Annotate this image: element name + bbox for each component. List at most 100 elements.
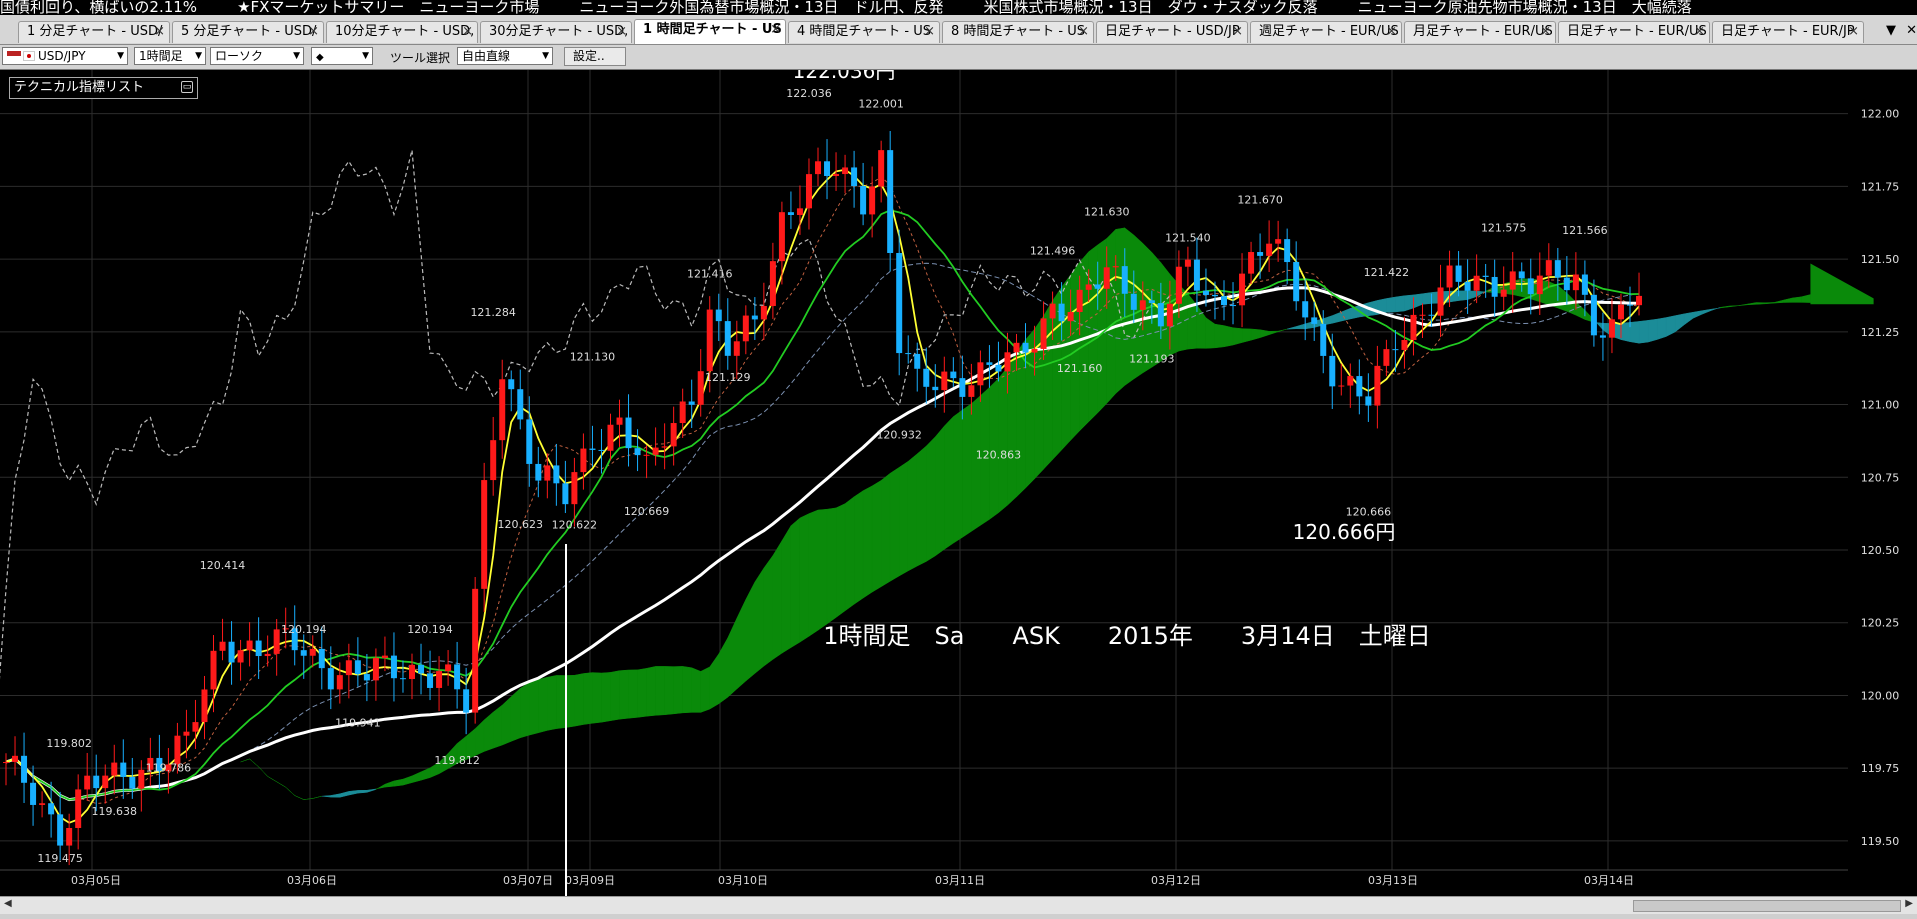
close-tab-icon[interactable]: × (1694, 22, 1705, 42)
cloud-segment (1801, 294, 1811, 303)
close-tab-icon[interactable]: × (154, 22, 165, 42)
candle-body (598, 449, 605, 451)
high-price-annotation: 122.036円 (793, 70, 896, 83)
cloud-segment (294, 795, 304, 800)
cloud-segment (529, 679, 539, 736)
close-tab-icon[interactable]: × (924, 22, 935, 42)
close-tab-icon[interactable]: × (1540, 22, 1551, 42)
close-tab-icon[interactable]: × (1386, 22, 1397, 42)
cloud-segment (1404, 294, 1414, 312)
ticker-item[interactable]: 国債利回り、横ばいの2.11% (0, 0, 197, 14)
chart-tab[interactable]: 月足チャート - EUR/US × (1404, 21, 1556, 43)
scroll-left-icon[interactable]: ◀ (4, 898, 12, 909)
chart-tab[interactable]: 日足チャート - USD/JP × (1096, 21, 1248, 43)
cloud-segment (853, 490, 864, 605)
chart-tab[interactable]: 週足チャート - EUR/US × (1250, 21, 1402, 43)
cloud-segment (1422, 292, 1432, 305)
candle-body (887, 150, 894, 253)
candle-body (1356, 376, 1363, 397)
candle-body (1617, 304, 1624, 320)
price-chart[interactable]: 119.475 119.802 119.638 119.786 120.414 120.1… (0, 59, 1917, 898)
chart-tab[interactable]: 8 時間足チャート - US × (942, 21, 1094, 43)
candle-body (923, 368, 930, 387)
chart-tab[interactable]: 4 時間足チャート - US × (788, 21, 940, 43)
chart-tab[interactable]: 30分足チャート - USD, × (480, 21, 632, 43)
close-tab-icon[interactable]: × (462, 22, 473, 42)
close-tab-icon[interactable]: × (1232, 22, 1243, 42)
candle-body (544, 465, 551, 481)
y-tick-label: 119.50 (1861, 835, 1900, 848)
currency-pair-select[interactable]: USD/JPY ▼ (2, 47, 128, 65)
chart-tab[interactable]: 日足チャート - EUR/US × (1558, 21, 1710, 43)
ticker-item[interactable]: 米国株式市場概況・13日 ダウ・ナスダック反落 (984, 0, 1318, 14)
chart-tab[interactable]: 日足チャート - EUR/JP × (1712, 21, 1864, 43)
candle-body (427, 673, 434, 688)
candle-body (418, 664, 425, 674)
tab-list-dropdown-icon[interactable]: ▼ (1886, 23, 1896, 38)
news-ticker[interactable]: 国債利回り、横ばいの2.11% ★FXマーケットサマリー ニューヨーク市場 ニューヨ… (0, 0, 1917, 14)
close-tab-icon[interactable]: × (616, 22, 627, 42)
x-date-label: 03月05日 (71, 874, 121, 887)
horizontal-scrollbar[interactable]: ◀ ▶ (0, 896, 1917, 915)
marker-select[interactable]: ◆ ▼ (311, 47, 373, 65)
cloud-segment (420, 767, 431, 781)
close-tab-icon[interactable]: × (308, 22, 319, 42)
flag-icons (7, 51, 21, 61)
candle-body (336, 675, 343, 690)
candle-body (84, 775, 91, 790)
candle-body (1563, 277, 1570, 291)
cloud-segment (682, 666, 692, 714)
ticker-item[interactable]: ★FXマーケットサマリー ニューヨーク市場 (237, 0, 539, 14)
chart-canvas[interactable]: 119.475 119.802 119.638 119.786 120.414 120.1… (0, 59, 1917, 898)
close-tab-icon[interactable]: × (770, 20, 781, 40)
candle-body (463, 689, 470, 713)
cloud-segment (384, 780, 395, 788)
cloud-segment (1268, 330, 1279, 336)
drawing-tool-select[interactable]: 自由直線 ▼ (457, 47, 553, 65)
chart-tab[interactable]: 1 分足チャート - USD/× (18, 21, 170, 43)
scroll-right-icon[interactable]: ▶ (1905, 898, 1913, 909)
candle-body (381, 655, 388, 658)
tab-controls[interactable]: ▼ ✕ (1886, 23, 1917, 38)
candle-body (1572, 274, 1579, 291)
chart-tab-bar: 1 分足チャート - USD/× 5 分足チャート - USD/× 10分足チャート… (0, 15, 1917, 45)
candle-body (778, 212, 785, 262)
cloud-segment (520, 682, 530, 739)
candle-body (688, 401, 695, 405)
price-mark-label: 120.666 (1346, 506, 1392, 519)
candle-body (102, 775, 109, 789)
chart-style-select[interactable]: ローソク ▼ (210, 47, 304, 65)
candle-body (201, 689, 208, 723)
candle-body (896, 252, 903, 354)
y-tick-label: 121.75 (1861, 180, 1900, 193)
scrollbar-thumb[interactable] (1633, 900, 1901, 912)
x-date-label: 03月11日 (935, 874, 985, 887)
ticker-item[interactable]: ニューヨーク外国為替市場概況・13日 ドル円、反発 (579, 0, 943, 14)
collapse-icon[interactable]: ▭ (181, 81, 193, 93)
candle-body (508, 379, 515, 390)
cloud-segment (664, 666, 674, 716)
chart-tab[interactable]: 5 分足チャート - USD/× (172, 21, 324, 43)
cloud-segment (592, 672, 602, 724)
price-mark-label: 121.566 (1562, 224, 1608, 237)
timeframe-select[interactable]: 1時間足 ▼ (134, 47, 206, 65)
candle-body (1175, 266, 1182, 304)
candle-body (941, 371, 948, 391)
ticker-item[interactable]: ニューヨーク原油先物市場概況・13日 大幅続落 (1358, 0, 1692, 14)
chart-tab[interactable]: 1 時間足チャート - US × (634, 19, 786, 44)
x-date-label: 03月10日 (718, 874, 768, 887)
close-tab-icon[interactable]: × (1848, 22, 1859, 42)
close-tab-icon[interactable]: × (1078, 22, 1089, 42)
candle-body (327, 668, 334, 690)
cloud-segment (862, 485, 873, 599)
cloud-segment (691, 667, 701, 713)
x-date-label: 03月12日 (1151, 874, 1201, 887)
technical-indicator-list-button[interactable]: テクニカル指標リスト ▭ (9, 77, 198, 99)
settings-button[interactable]: 設定.. (564, 47, 626, 66)
candle-body (219, 641, 226, 651)
candle-body (481, 480, 488, 589)
candle-body (445, 664, 452, 672)
chart-tab[interactable]: 10分足チャート - USD, × (326, 21, 478, 43)
x-date-label: 03月13日 (1368, 874, 1418, 887)
close-all-icon[interactable]: ✕ (1906, 23, 1917, 38)
